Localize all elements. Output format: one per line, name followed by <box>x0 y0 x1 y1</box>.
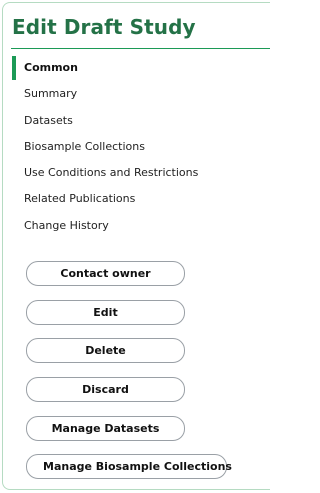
contact-owner-button[interactable]: Contact owner <box>26 261 185 286</box>
action-buttons: Contact owner Edit Delete Discard Manage… <box>26 261 232 493</box>
discard-button[interactable]: Discard <box>26 377 185 403</box>
delete-button[interactable]: Delete <box>26 338 185 364</box>
edit-draft-study-panel: Edit Draft Study Common Summary Datasets… <box>2 2 270 490</box>
nav-item-datasets[interactable]: Datasets <box>3 108 265 134</box>
nav-item-related-publications[interactable]: Related Publications <box>3 186 265 212</box>
manage-datasets-button[interactable]: Manage Datasets <box>26 415 185 441</box>
title-divider <box>11 48 270 49</box>
edit-button[interactable]: Edit <box>26 299 185 325</box>
panel-title: Edit Draft Study <box>12 15 196 39</box>
nav-item-summary[interactable]: Summary <box>3 81 265 107</box>
nav-item-change-history[interactable]: Change History <box>3 213 265 239</box>
nav-item-biosample-collections[interactable]: Biosample Collections <box>3 134 265 160</box>
section-nav: Common Summary Datasets Biosample Collec… <box>3 55 265 239</box>
nav-item-use-conditions[interactable]: Use Conditions and Restrictions <box>3 160 265 186</box>
nav-item-common[interactable]: Common <box>3 55 265 81</box>
manage-biosample-collections-button[interactable]: Manage Biosample Collections <box>26 454 232 480</box>
